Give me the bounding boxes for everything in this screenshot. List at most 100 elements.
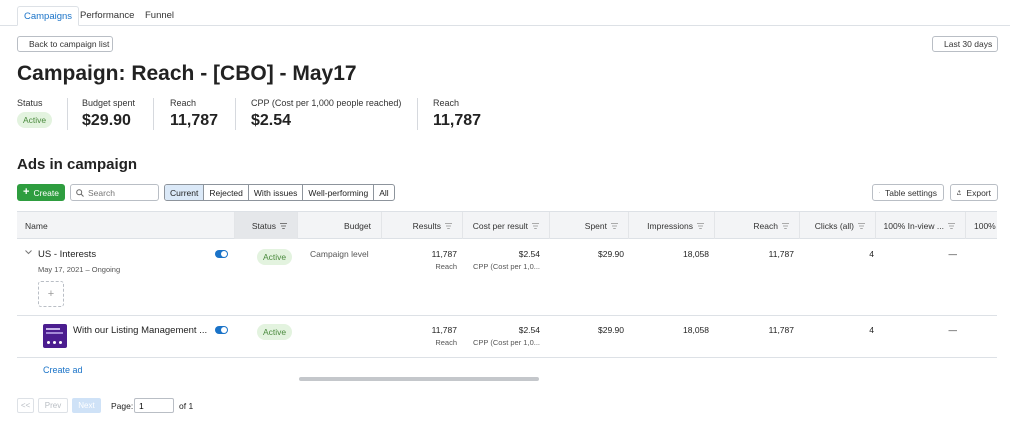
stat-divider (67, 98, 68, 130)
col-budget-label: Budget (344, 220, 371, 231)
add-ad-placeholder[interactable]: + (38, 281, 64, 307)
stat-budget-value: $29.90 (82, 112, 131, 129)
filter-with-issues[interactable]: With issues (247, 185, 302, 200)
stat-budget-label: Budget spent (82, 98, 136, 108)
sort-icon (948, 222, 955, 229)
create-ad-link[interactable]: Create ad (43, 365, 83, 375)
col-status[interactable]: Status (235, 212, 298, 239)
table-row: With our Listing Management ... Active 1… (17, 316, 997, 358)
spent-cell: $29.90 (598, 249, 624, 259)
search-field[interactable] (70, 184, 159, 201)
col-name-label: Name (25, 220, 48, 231)
col-spent[interactable]: Spent (550, 212, 629, 239)
date-range-button[interactable]: Last 30 days (932, 36, 998, 52)
stat-reach: Reach 11,787 (170, 98, 218, 132)
col-inview2-label: 100% In- (974, 220, 997, 231)
cost-sub: CPP (Cost per 1,0... (473, 262, 540, 271)
col-reach[interactable]: Reach (715, 212, 800, 239)
tab-funnel[interactable]: Funnel (139, 6, 180, 26)
col-impressions[interactable]: Impressions (629, 212, 715, 239)
horizontal-scrollbar[interactable] (299, 377, 539, 381)
budget-cell: Campaign level (310, 249, 369, 259)
back-to-campaign-list-button[interactable]: Back to campaign list (17, 36, 113, 52)
status-badge: Active (257, 324, 293, 340)
results-value: 11,787 (431, 249, 457, 259)
col-inview-label: 100% In-view ... (883, 220, 944, 231)
stat-reach-2: Reach 11,787 (433, 98, 481, 132)
col-cost-per-result[interactable]: Cost per result (463, 212, 550, 239)
filter-rejected[interactable]: Rejected (203, 185, 248, 200)
export-icon (957, 190, 962, 195)
thumbnail-dot (47, 341, 50, 344)
date-range-label: Last 30 days (944, 39, 993, 49)
sort-icon (280, 222, 287, 229)
col-results-label: Results (412, 220, 441, 231)
sort-icon (858, 222, 865, 229)
ad-toggle[interactable] (215, 326, 228, 334)
reach-cell: 11,787 (768, 249, 794, 259)
page-title: Campaign: Reach - [CBO] - May17 (17, 62, 357, 85)
stat-divider (417, 98, 418, 130)
stat-cpp-value: $2.54 (251, 112, 292, 129)
col-clicks-all[interactable]: Clicks (all) (800, 212, 876, 239)
stat-divider (235, 98, 236, 130)
tab-performance[interactable]: Performance (74, 6, 140, 26)
col-100-in-view[interactable]: 100% In-view ... (876, 212, 966, 239)
stat-status-label: Status (17, 98, 43, 108)
ad-thumbnail[interactable] (43, 324, 67, 348)
stat-reach2-label: Reach (433, 98, 460, 108)
search-input[interactable] (88, 187, 153, 198)
filter-well-performing[interactable]: Well-performing (302, 185, 373, 200)
col-100-in-view-2[interactable]: 100% In- (966, 212, 997, 239)
next-page-button[interactable]: Next (72, 398, 101, 413)
stat-budget-spent: Budget spent $29.90 (82, 98, 135, 132)
chevron-down-icon[interactable] (25, 250, 32, 255)
col-clicks-label: Clicks (all) (814, 220, 854, 231)
col-budget[interactable]: Budget (298, 212, 382, 239)
ads-in-campaign-heading: Ads in campaign (17, 156, 138, 173)
adset-toggle[interactable] (215, 250, 228, 258)
plus-icon: + (47, 288, 55, 300)
col-cost-label: Cost per result (472, 220, 528, 231)
col-impressions-label: Impressions (647, 220, 693, 231)
ad-name[interactable]: With our Listing Management ... (73, 325, 207, 336)
status-badge: Active (17, 112, 53, 128)
inview-cell: — (948, 325, 958, 335)
inview-cell: — (948, 249, 958, 259)
cost-cell: $2.54 CPP (Cost per 1,0... (473, 325, 540, 347)
stat-reach-label: Reach (170, 98, 197, 108)
table-settings-label: Table settings (885, 187, 937, 198)
cost-value: $2.54 (518, 249, 540, 259)
thumbnail-dot (53, 341, 56, 344)
page-label: Page: (111, 401, 134, 411)
spent-cell: $29.90 (598, 325, 624, 335)
col-name[interactable]: Name (17, 212, 235, 239)
sort-icon (611, 222, 618, 229)
page-number-input[interactable] (134, 398, 174, 413)
sort-icon (782, 222, 789, 229)
filter-all[interactable]: All (373, 185, 393, 200)
export-button[interactable]: Export (950, 184, 998, 201)
col-spent-label: Spent (584, 220, 607, 231)
create-button[interactable]: + Create (17, 184, 65, 201)
results-value: 11,787 (431, 325, 457, 335)
cost-sub: CPP (Cost per 1,0... (473, 338, 540, 347)
stat-status: Status Active (17, 98, 53, 132)
stat-cpp: CPP (Cost per 1,000 people reached) $2.5… (251, 98, 401, 132)
export-label: Export (966, 187, 991, 198)
first-page-button[interactable]: << (17, 398, 34, 413)
table-header: Name Status Budget Results Cost per resu… (17, 212, 997, 239)
thumbnail-dot (59, 341, 62, 344)
reach-cell: 11,787 (768, 325, 794, 335)
prev-page-button[interactable]: Prev (38, 398, 68, 413)
filter-current[interactable]: Current (165, 185, 204, 200)
thumbnail-line (46, 332, 63, 334)
results-sub: Reach (435, 338, 457, 347)
status-badge: Active (257, 249, 293, 265)
adset-name[interactable]: US - Interests (38, 249, 96, 260)
filter-segmented-control: Current Rejected With issues Well-perfor… (164, 184, 395, 201)
back-button-label: Back to campaign list (29, 39, 110, 49)
table-settings-button[interactable]: Table settings (872, 184, 944, 201)
col-results[interactable]: Results (382, 212, 463, 239)
tab-campaigns[interactable]: Campaigns (17, 6, 80, 26)
